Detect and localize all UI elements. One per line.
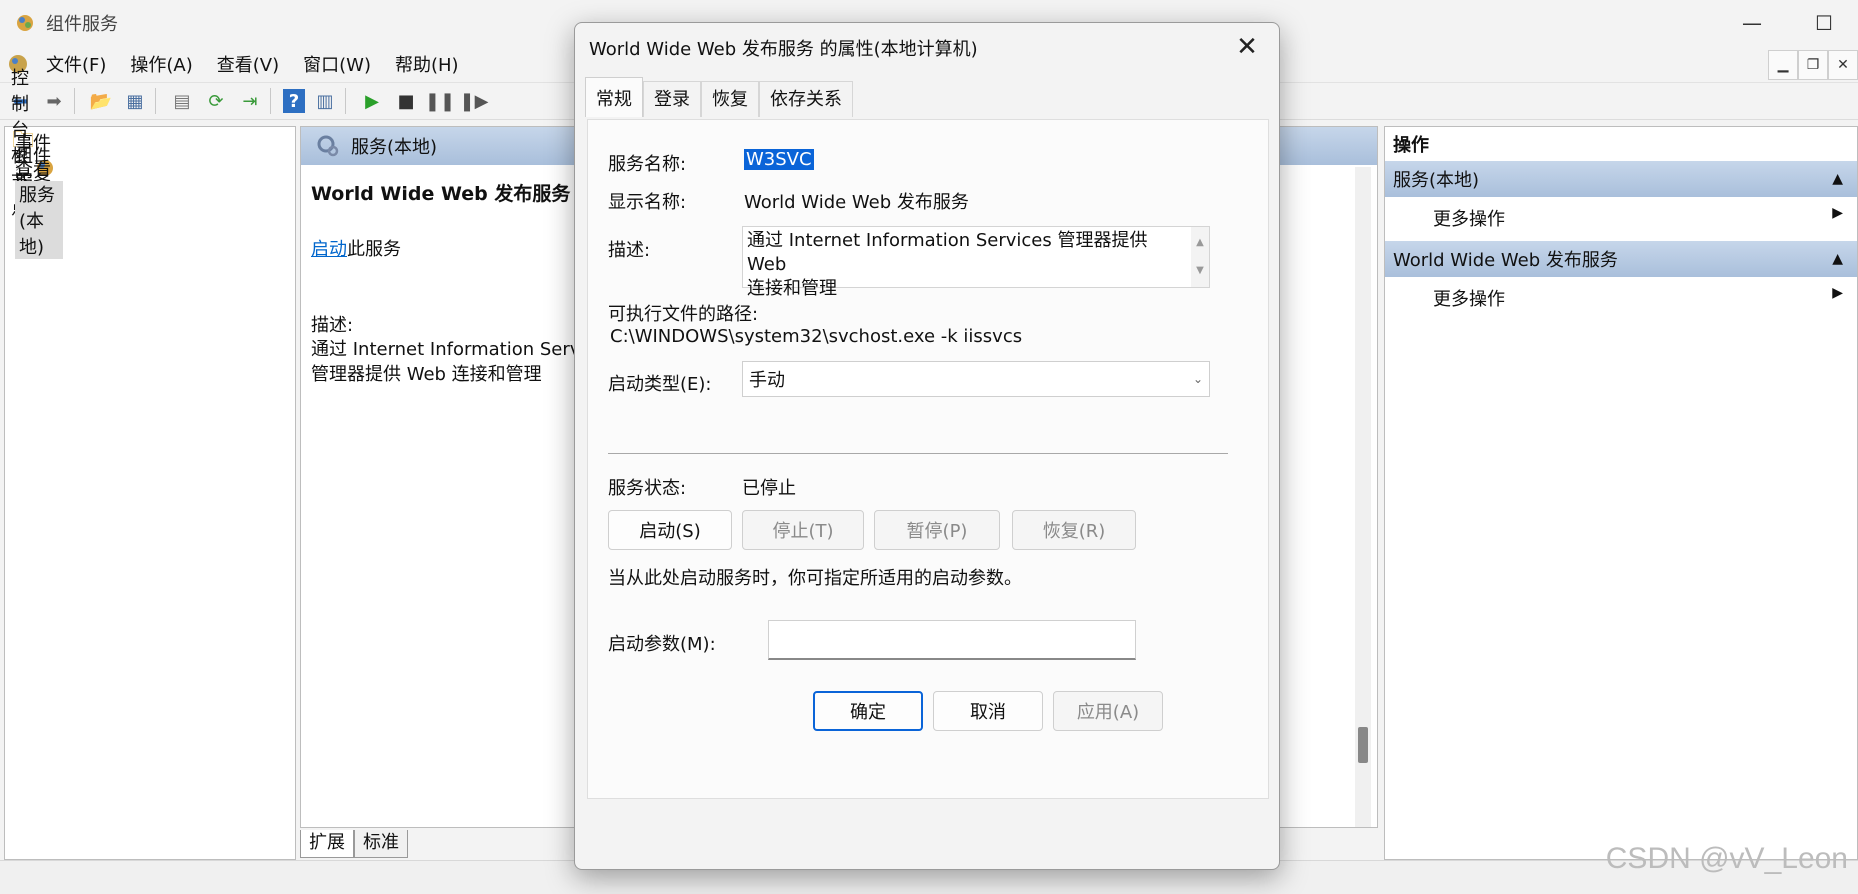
startup-type-label: 启动类型(E):: [608, 374, 712, 395]
tab-standard[interactable]: 标准: [354, 830, 408, 858]
apply-button[interactable]: 应用(A): [1053, 691, 1163, 731]
mdi-restore-button[interactable]: ❐: [1798, 50, 1828, 80]
tab-recovery[interactable]: 恢复: [701, 81, 759, 117]
start-service-icon[interactable]: ▶: [358, 87, 386, 115]
toolbar-separator: [345, 88, 346, 114]
actions-pane: 操作 服务(本地) ▲ 更多操作 ▶ World Wide Web 发布服务 ▲…: [1384, 126, 1858, 860]
watermark: CSDN @vV_Leon: [1605, 842, 1848, 875]
collapse-up-icon[interactable]: ▲: [1832, 171, 1843, 187]
exe-path-value[interactable]: C:\WINDOWS\system32\svchost.exe -k iissv…: [610, 326, 1022, 347]
up-folder-icon[interactable]: 📂: [87, 87, 115, 115]
show-hide-tree-icon[interactable]: ▦: [121, 87, 149, 115]
tab-extended[interactable]: 扩展: [300, 830, 354, 858]
stop-service-icon[interactable]: ■: [392, 87, 420, 115]
start-button[interactable]: 启动(S): [608, 510, 732, 550]
service-status-value: 已停止: [742, 478, 796, 499]
dialog-close-button[interactable]: ✕: [1229, 29, 1265, 65]
startup-type-select[interactable]: 手动 ⌄: [742, 361, 1210, 397]
description-scrollbar[interactable]: ▲ ▼: [1191, 227, 1209, 287]
selected-service-name: World Wide Web 发布服务: [311, 183, 571, 205]
console-tree: 🗀 控制台根节点 › 组件服务 › 事件查看器 (本地) › 服务(本地): [4, 68, 296, 860]
menu-view[interactable]: 查看(V): [217, 51, 279, 77]
menu-help[interactable]: 帮助(H): [395, 51, 459, 77]
menu-window[interactable]: 窗口(W): [303, 51, 371, 77]
description-label: 描述:: [311, 315, 354, 336]
scrollbar-thumb[interactable]: [1358, 727, 1368, 763]
description-label: 描述:: [608, 240, 651, 261]
mdi-close-button[interactable]: ✕: [1828, 50, 1858, 80]
display-name-value[interactable]: World Wide Web 发布服务: [744, 188, 969, 214]
scroll-down-icon[interactable]: ▼: [1196, 259, 1204, 283]
minimize-button[interactable]: —: [1716, 0, 1788, 46]
submenu-arrow-icon: ▶: [1832, 285, 1843, 301]
help-icon[interactable]: ?: [283, 89, 305, 113]
component-services-app-icon: [17, 15, 33, 31]
start-params-input[interactable]: [768, 620, 1136, 660]
dialog-title: World Wide Web 发布服务 的属性(本地计算机): [589, 39, 978, 60]
section-divider: [608, 453, 1228, 454]
services-scrollbar[interactable]: [1355, 167, 1371, 827]
forward-icon[interactable]: ➡: [40, 87, 68, 115]
collapse-up-icon[interactable]: ▲: [1832, 251, 1843, 267]
exe-path-label: 可执行文件的路径:: [608, 304, 759, 325]
menu-file[interactable]: 文件(F): [46, 51, 106, 77]
description-text: 通过 Internet Information Servi 管理器提供 Web …: [311, 339, 586, 385]
chevron-down-icon: ⌄: [1192, 372, 1203, 386]
start-params-label: 启动参数(M):: [608, 634, 716, 655]
restart-service-icon[interactable]: ❚▶: [460, 87, 489, 115]
tab-dependencies[interactable]: 依存关系: [759, 81, 853, 117]
actions-more-actions-1[interactable]: 更多操作 ▶: [1433, 205, 1843, 231]
pause-button[interactable]: 暂停(P): [874, 510, 1000, 550]
start-params-hint: 当从此处启动服务时，你可指定所适用的启动参数。: [608, 568, 1022, 589]
scroll-up-icon[interactable]: ▲: [1196, 231, 1204, 255]
service-status-label: 服务状态:: [608, 478, 687, 499]
toolbar-separator: [155, 88, 156, 114]
dialog-tabs: 常规 登录 恢复 依存关系: [585, 77, 853, 119]
mdi-minimize-button[interactable]: ▁: [1768, 50, 1798, 80]
resume-button[interactable]: 恢复(R): [1012, 510, 1136, 550]
start-service-suffix: 此服务: [347, 239, 401, 260]
actions-section-w3svc[interactable]: World Wide Web 发布服务 ▲: [1385, 241, 1857, 277]
properties-dialog: World Wide Web 发布服务 的属性(本地计算机) ✕ 常规 登录 恢…: [574, 22, 1280, 870]
tree-item-services-local[interactable]: › 服务(本地): [15, 181, 63, 259]
ok-button[interactable]: 确定: [813, 691, 923, 731]
window-title: 组件服务: [46, 14, 118, 35]
description-box[interactable]: 通过 Internet Information Services 管理器提供 W…: [742, 226, 1210, 299]
general-tab-panel: 服务名称: W3SVC 显示名称: World Wide Web 发布服务 描述…: [587, 119, 1269, 799]
start-service-link[interactable]: 启动: [311, 239, 347, 260]
actions-title: 操作: [1393, 135, 1429, 156]
start-service-text: 启动此服务: [311, 235, 401, 261]
refresh-icon[interactable]: ⟳: [202, 87, 230, 115]
cancel-button[interactable]: 取消: [933, 691, 1043, 731]
stop-button[interactable]: 停止(T): [742, 510, 864, 550]
properties-icon[interactable]: ▤: [168, 87, 196, 115]
display-name-label: 显示名称:: [608, 192, 687, 213]
menu-action[interactable]: 操作(A): [130, 51, 192, 77]
show-action-pane-icon[interactable]: ▥: [311, 87, 339, 115]
tab-logon[interactable]: 登录: [643, 81, 701, 117]
services-gear-icon: [317, 135, 339, 157]
submenu-arrow-icon: ▶: [1832, 205, 1843, 221]
toolbar-separator: [74, 88, 75, 114]
actions-more-actions-2[interactable]: 更多操作 ▶: [1433, 285, 1843, 311]
service-name-label: 服务名称:: [608, 154, 687, 175]
service-name-value[interactable]: W3SVC: [744, 149, 814, 170]
details-header-title: 服务(本地): [351, 137, 438, 158]
actions-section-services-local[interactable]: 服务(本地) ▲: [1385, 161, 1857, 197]
toolbar-separator: [270, 88, 271, 114]
tab-general[interactable]: 常规: [585, 77, 643, 117]
pause-service-icon[interactable]: ❚❚: [425, 87, 455, 115]
view-tabs: 扩展 标准: [300, 830, 408, 858]
export-list-icon[interactable]: ⇥: [236, 87, 264, 115]
